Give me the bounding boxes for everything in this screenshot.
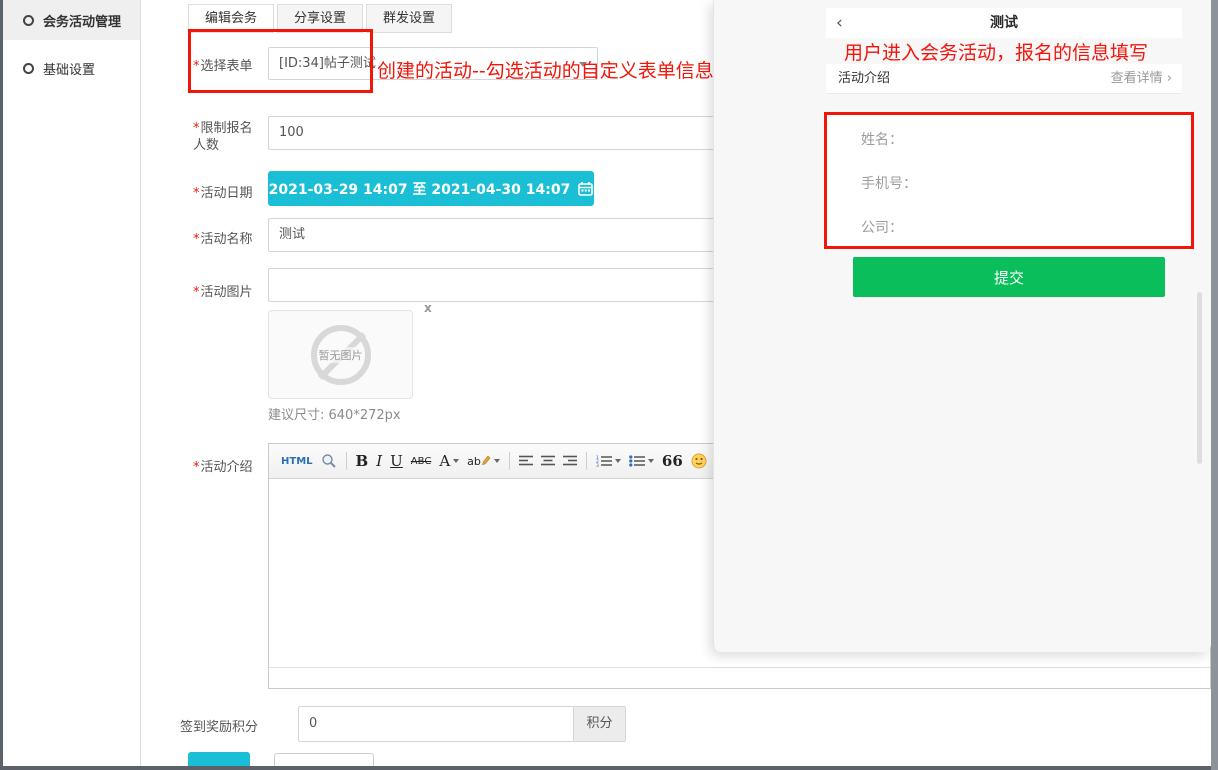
image-thumbnail: 暂无图片: [268, 310, 413, 399]
checkin-points-input[interactable]: 0: [298, 706, 574, 742]
preview-icon[interactable]: [319, 449, 339, 473]
calendar-icon: [578, 181, 593, 196]
preview-field-phone[interactable]: 手机号：: [861, 173, 917, 193]
no-image-icon: 暂无图片: [309, 323, 373, 387]
required-asterisk: *: [193, 186, 200, 201]
font-color-button[interactable]: A: [437, 449, 461, 473]
radio-circle-icon: [23, 15, 34, 26]
toolbar-separator: [586, 452, 587, 470]
remove-image-button[interactable]: x: [424, 301, 432, 315]
underline-button[interactable]: U: [388, 449, 405, 473]
align-center-icon[interactable]: [539, 449, 557, 473]
highlight-color-button[interactable]: ab: [465, 449, 502, 473]
preview-form-red-box: 姓名： 手机号： 公司：: [824, 112, 1194, 249]
activity-intro-label: *活动介绍: [193, 456, 253, 475]
back-chevron-icon[interactable]: ‹: [836, 8, 843, 38]
preview-field-company[interactable]: 公司：: [861, 217, 903, 237]
svg-text:3: 3: [596, 463, 599, 467]
unordered-list-button[interactable]: [627, 449, 656, 473]
activity-image-label: *活动图片: [193, 281, 253, 300]
blockquote-button[interactable]: 66: [660, 449, 685, 473]
preview-intro-row: 活动介绍 查看详情 ›: [826, 64, 1182, 94]
submit-button[interactable]: 提交: [853, 257, 1165, 297]
toolbar-separator: [509, 452, 510, 470]
required-asterisk: *: [193, 460, 200, 475]
date-range-value: 2021-03-29 14:07 至 2021-04-30 14:07: [269, 179, 571, 199]
app-window: 会务活动管理 基础设置 编辑会务 分享设置 群发设置 *选择表单 [ID:34]…: [0, 0, 1218, 770]
date-range-button[interactable]: 2021-03-29 14:07 至 2021-04-30 14:07: [268, 171, 594, 206]
sidebar-item-label: 会务活动管理: [43, 11, 121, 30]
limit-label: *限制报名人数: [193, 120, 253, 154]
editor-status-bar: [269, 667, 1210, 688]
preview-annotation-text: 用户进入会务活动，报名的信息填写: [844, 38, 1148, 65]
source-code-button[interactable]: HTML: [279, 449, 315, 473]
bold-button[interactable]: B: [354, 449, 371, 473]
align-left-icon[interactable]: [517, 449, 535, 473]
preview-intro-label: 活动介绍: [838, 64, 890, 94]
toolbar-separator: [346, 452, 347, 470]
sidebar-item-basic-settings[interactable]: 基础设置: [3, 48, 140, 88]
italic-button[interactable]: I: [374, 449, 384, 473]
strikethrough-button[interactable]: ABC: [409, 449, 434, 473]
window-border-left: [0, 0, 3, 770]
ordered-list-button[interactable]: 123: [594, 449, 623, 473]
sidebar: 会务活动管理 基础设置: [3, 0, 141, 766]
activity-name-label: *活动名称: [193, 228, 253, 247]
chevron-down-icon: [494, 459, 500, 463]
points-unit-addon: 积分: [573, 706, 626, 742]
preview-title: 测试: [826, 8, 1182, 38]
no-image-text: 暂无图片: [318, 347, 364, 363]
preview-header: ‹ 测试: [826, 8, 1182, 38]
sidebar-item-label: 基础设置: [43, 59, 95, 78]
annotation-red-rectangle: [188, 29, 373, 93]
chevron-down-icon: [615, 459, 621, 463]
tab-mass-send-settings[interactable]: 群发设置: [366, 4, 452, 33]
mobile-preview-panel: ‹ 测试 用户进入会务活动，报名的信息填写 活动介绍 查看详情 › 姓名： 手机…: [713, 0, 1211, 652]
view-details-link[interactable]: 查看详情 ›: [1111, 64, 1172, 94]
image-size-hint: 建议尺寸: 640*272px: [268, 404, 401, 423]
pencil-icon: [481, 455, 491, 467]
required-asterisk: *: [193, 121, 200, 136]
annotation-text: 创建的活动--勾选活动的自定义表单信息: [377, 56, 714, 83]
date-label: *活动日期: [193, 182, 253, 201]
preview-field-name[interactable]: 姓名：: [861, 129, 903, 149]
window-border-bottom: [0, 766, 1218, 770]
window-scrollbar-strip[interactable]: [1211, 0, 1218, 770]
chevron-down-icon: [453, 459, 459, 463]
required-asterisk: *: [193, 232, 200, 247]
panel-scrollbar-thumb[interactable]: [1197, 292, 1202, 464]
sidebar-item-conference-management[interactable]: 会务活动管理: [3, 0, 140, 40]
align-right-icon[interactable]: [561, 449, 579, 473]
checkin-points-label: 签到奖励积分: [180, 716, 258, 735]
emoji-button[interactable]: [689, 449, 709, 473]
required-asterisk: *: [193, 285, 200, 300]
radio-circle-icon: [23, 63, 34, 74]
chevron-down-icon: [648, 459, 654, 463]
